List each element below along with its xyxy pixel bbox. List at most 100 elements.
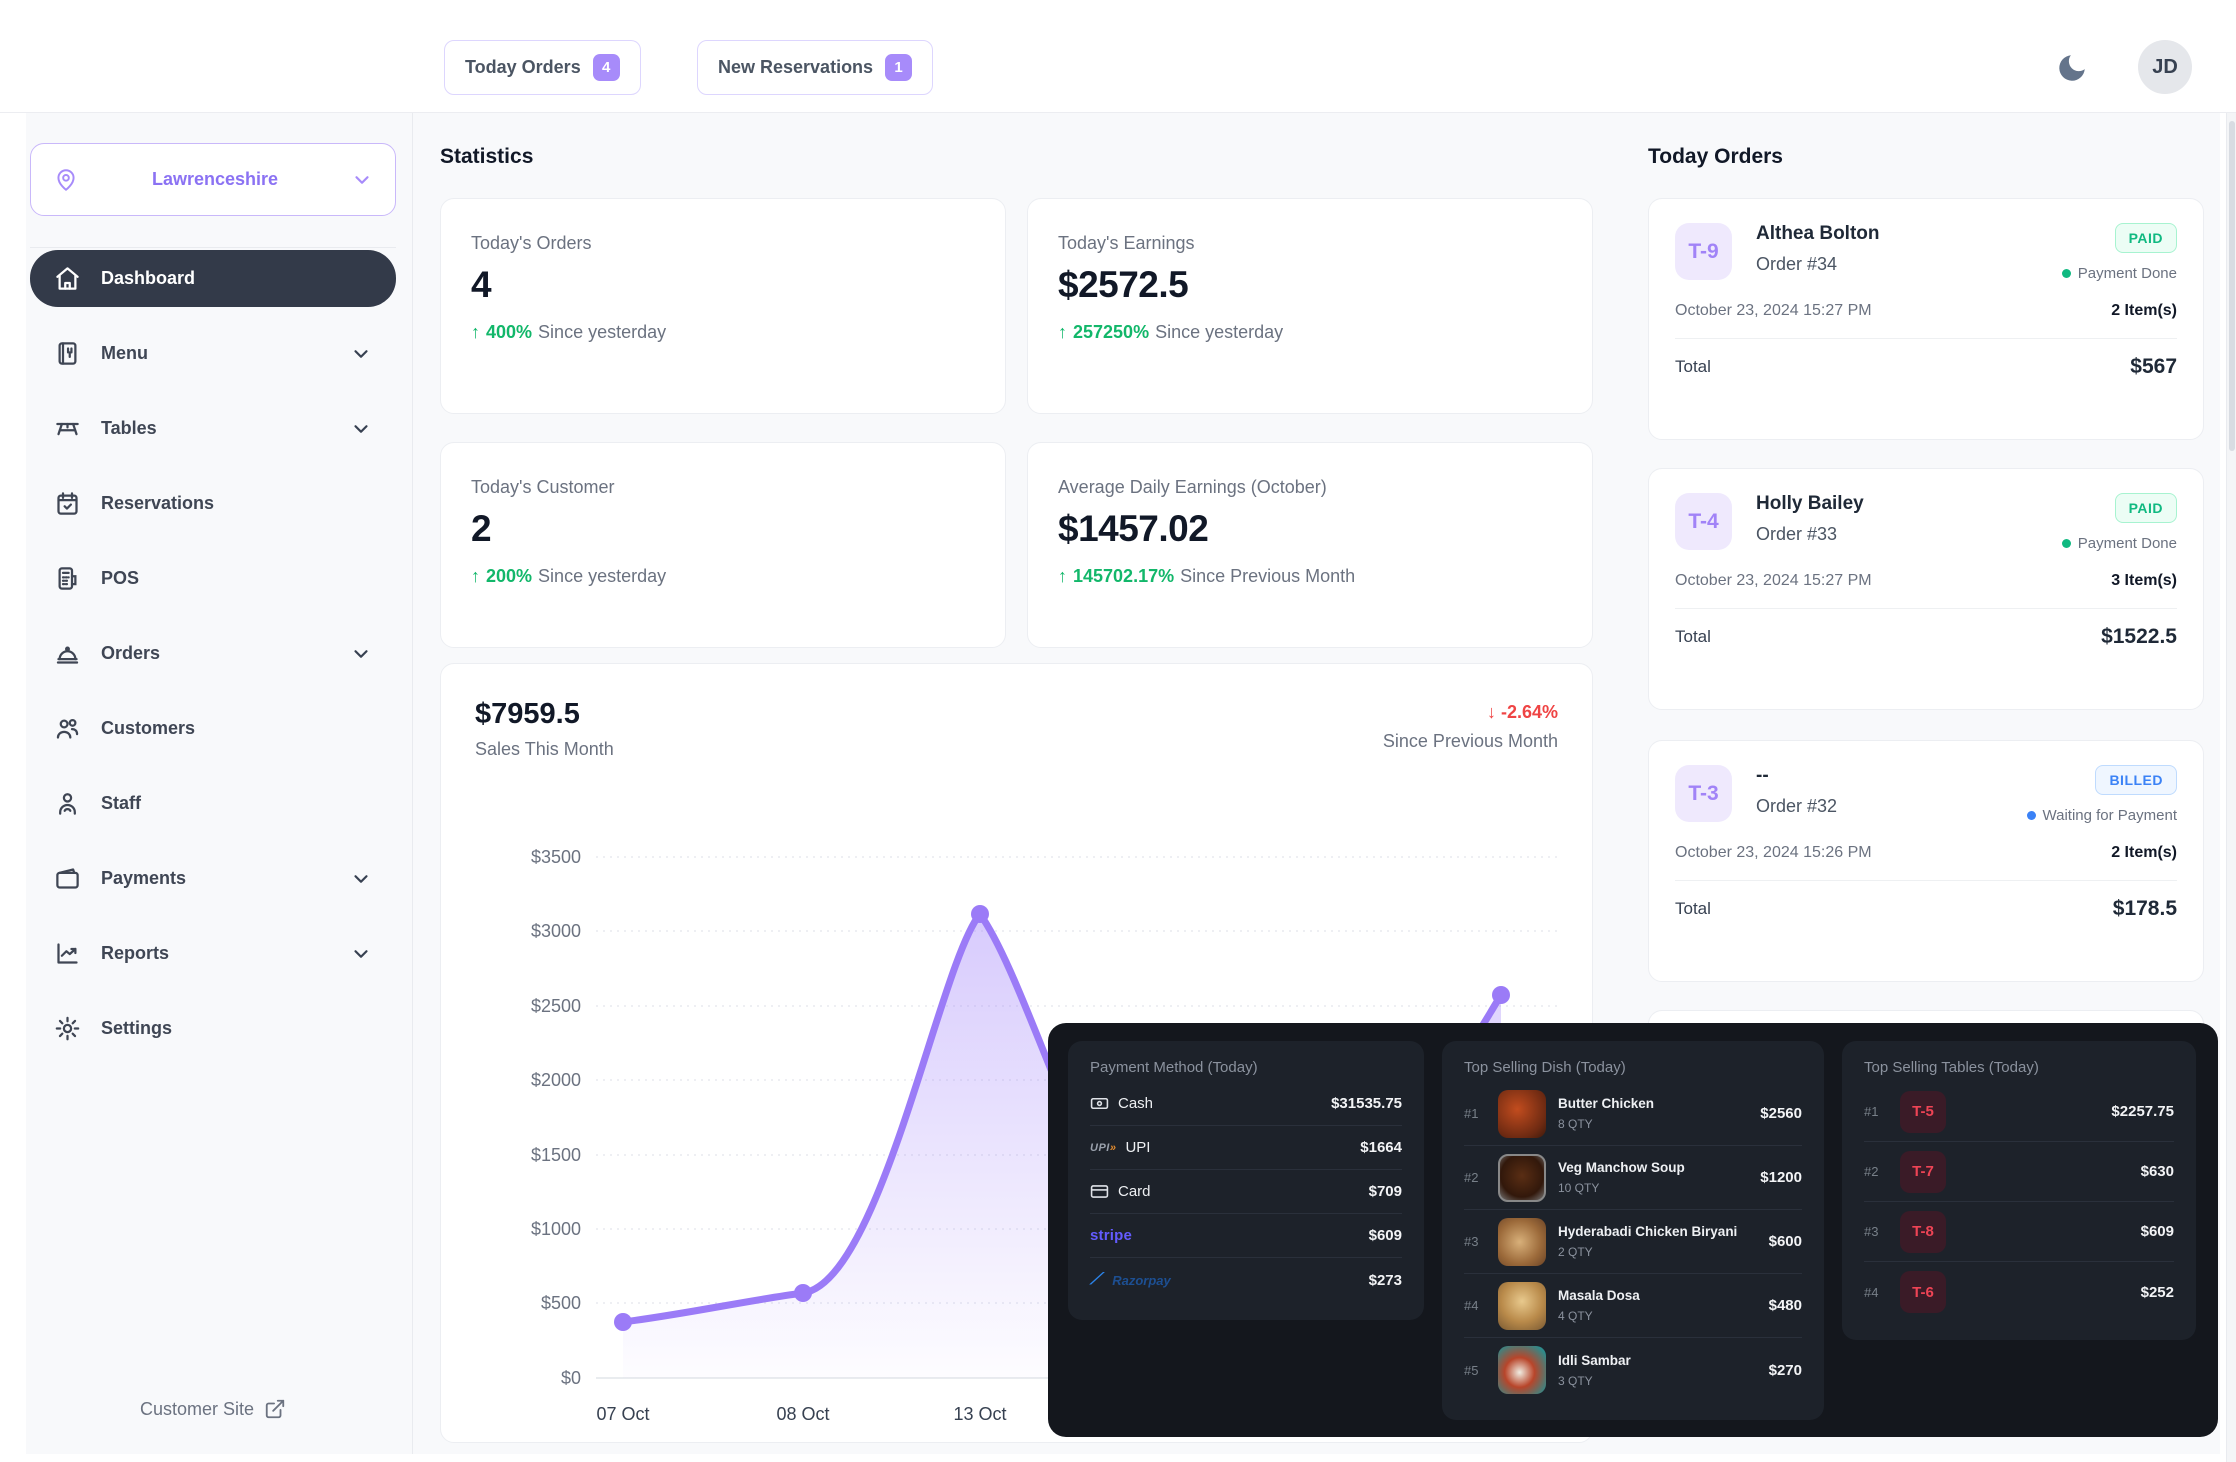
sidebar-item-tables[interactable]: Tables xyxy=(30,400,396,457)
sidebar-item-label: Payments xyxy=(101,868,330,889)
payment-amount: $709 xyxy=(1369,1183,1402,1200)
stat-label: Today's Orders xyxy=(471,233,975,254)
table-row: #3 T-8 $609 xyxy=(1864,1202,2174,1262)
table-badge: T-3 xyxy=(1675,765,1732,822)
stat-delta-pct: 400% xyxy=(486,322,532,343)
order-card-33[interactable]: T-4 Holly Bailey Order #33 PAID Payment … xyxy=(1648,468,2204,710)
top-tables-title: Top Selling Tables (Today) xyxy=(1864,1059,2174,1076)
payment-row: Cash $31535.75 xyxy=(1090,1082,1402,1126)
top-selling-tables-panel: Top Selling Tables (Today) #1 T-5 $2257.… xyxy=(1842,1041,2196,1340)
chevron-down-icon xyxy=(350,643,372,665)
customer-site-link[interactable]: Customer Site xyxy=(30,1398,396,1420)
sidebar-top-divider xyxy=(30,247,396,248)
sidebar-item-settings[interactable]: Settings xyxy=(30,1000,396,1057)
svg-text:08 Oct: 08 Oct xyxy=(776,1404,829,1424)
chevron-down-icon xyxy=(350,418,372,440)
table-row: #4 T-6 $252 xyxy=(1864,1262,2174,1322)
page-scrollbar[interactable] xyxy=(2226,113,2236,1462)
customer-site-label: Customer Site xyxy=(140,1399,254,1420)
payment-row: UPI» UPI $1664 xyxy=(1090,1126,1402,1170)
payment-method-title: Payment Method (Today) xyxy=(1090,1059,1402,1076)
calendar-check-icon xyxy=(54,490,81,517)
table-rank: #2 xyxy=(1864,1164,1886,1179)
banknote-icon xyxy=(1090,1094,1109,1113)
svg-text:$3000: $3000 xyxy=(531,921,581,941)
order-items: 2 Item(s) xyxy=(2111,844,2177,862)
top-header: Today Orders 4 New Reservations 1 JD xyxy=(0,0,2236,113)
stat-value: $2572.5 xyxy=(1058,264,1562,306)
table-row: #2 T-7 $630 xyxy=(1864,1142,2174,1202)
sidebar-item-dashboard[interactable]: Dashboard xyxy=(30,250,396,307)
menu-book-icon xyxy=(54,340,81,367)
payment-amount: $31535.75 xyxy=(1331,1095,1402,1112)
sidebar-item-label: Reports xyxy=(101,943,330,964)
sidebar-item-payments[interactable]: Payments xyxy=(30,850,396,907)
today-stats-overlay: Payment Method (Today) Cash $31535.75 UP… xyxy=(1048,1023,2218,1437)
sidebar-item-label: Menu xyxy=(101,343,330,364)
location-selector[interactable]: Lawrenceshire xyxy=(30,143,396,216)
order-items: 2 Item(s) xyxy=(2111,302,2177,320)
dark-mode-toggle[interactable] xyxy=(2055,48,2095,88)
sidebar-item-label: Orders xyxy=(101,643,330,664)
dish-qty: 8 QTY xyxy=(1558,1117,1654,1131)
svg-text:13 Oct: 13 Oct xyxy=(953,1404,1006,1424)
scrollbar-thumb[interactable] xyxy=(2229,121,2235,451)
stat-delta-period: Since Previous Month xyxy=(1180,566,1355,587)
sidebar-item-label: Tables xyxy=(101,418,330,439)
stat-delta-period: Since yesterday xyxy=(538,566,666,587)
table-amount: $630 xyxy=(2141,1163,2174,1180)
razorpay-wordmark: Razorpay xyxy=(1112,1273,1171,1288)
order-datetime: October 23, 2024 15:26 PM xyxy=(1675,844,1872,862)
statistics-title: Statistics xyxy=(440,145,533,169)
total-label: Total xyxy=(1675,899,1711,919)
sidebar-item-reservations[interactable]: Reservations xyxy=(30,475,396,532)
stat-card-todays-orders: Today's Orders 4 ↑ 400% Since yesterday xyxy=(440,198,1006,414)
sidebar-item-label: Customers xyxy=(101,718,372,739)
location-label: Lawrenceshire xyxy=(79,169,351,190)
sidebar-item-pos[interactable]: POS xyxy=(30,550,396,607)
stat-label: Today's Earnings xyxy=(1058,233,1562,254)
table-amount: $2257.75 xyxy=(2111,1103,2174,1120)
order-customer: -- xyxy=(1756,765,1837,787)
stat-card-average-daily-earnings: Average Daily Earnings (October) $1457.0… xyxy=(1027,442,1593,648)
order-number: Order #33 xyxy=(1756,524,1864,545)
stat-value: 2 xyxy=(471,508,975,550)
sidebar-item-reports[interactable]: Reports xyxy=(30,925,396,982)
order-customer: Althea Bolton xyxy=(1756,223,1880,245)
today-orders-button-label: Today Orders xyxy=(465,57,581,78)
new-reservations-button[interactable]: New Reservations 1 xyxy=(697,40,933,95)
dish-rank: #4 xyxy=(1464,1298,1486,1313)
razorpay-logo: ⟋ xyxy=(1090,1271,1101,1289)
table-badge: T-5 xyxy=(1900,1091,1946,1133)
order-datetime: October 23, 2024 15:27 PM xyxy=(1675,572,1872,590)
today-orders-title: Today Orders xyxy=(1648,145,1783,169)
sidebar-item-customers[interactable]: Customers xyxy=(30,700,396,757)
stat-card-todays-customer: Today's Customer 2 ↑ 200% Since yesterda… xyxy=(440,442,1006,648)
stat-value: 4 xyxy=(471,264,975,306)
payment-amount: $609 xyxy=(1369,1227,1402,1244)
sidebar: Lawrenceshire Dashboard Menu Tables Rese… xyxy=(30,113,396,1454)
stat-label: Average Daily Earnings (October) xyxy=(1058,477,1562,498)
payment-amount: $273 xyxy=(1369,1272,1402,1289)
sidebar-item-orders[interactable]: Orders xyxy=(30,625,396,682)
order-card-34[interactable]: T-9 Althea Bolton Order #34 PAID Payment… xyxy=(1648,198,2204,440)
order-datetime: October 23, 2024 15:27 PM xyxy=(1675,302,1872,320)
table-amount: $252 xyxy=(2141,1284,2174,1301)
sidebar-item-label: Reservations xyxy=(101,493,372,514)
today-orders-button[interactable]: Today Orders 4 xyxy=(444,40,641,95)
arrow-up-icon: ↑ xyxy=(1058,322,1067,343)
dish-rank: #1 xyxy=(1464,1106,1486,1121)
order-card-32[interactable]: T-3 -- Order #32 BILLED Waiting for Paym… xyxy=(1648,740,2204,982)
stat-delta-pct: 145702.17% xyxy=(1073,566,1174,587)
dish-amount: $270 xyxy=(1769,1362,1802,1379)
new-reservations-count-badge: 1 xyxy=(885,54,912,81)
status-dot xyxy=(2062,269,2071,278)
user-avatar[interactable]: JD xyxy=(2138,40,2192,94)
sidebar-item-menu[interactable]: Menu xyxy=(30,325,396,382)
dish-qty: 3 QTY xyxy=(1558,1374,1631,1388)
home-icon xyxy=(54,265,81,292)
top-selling-dish-panel: Top Selling Dish (Today) #1 Butter Chick… xyxy=(1442,1041,1824,1420)
status-dot xyxy=(2062,539,2071,548)
stat-delta-period: Since yesterday xyxy=(1155,322,1283,343)
sidebar-item-staff[interactable]: Staff xyxy=(30,775,396,832)
